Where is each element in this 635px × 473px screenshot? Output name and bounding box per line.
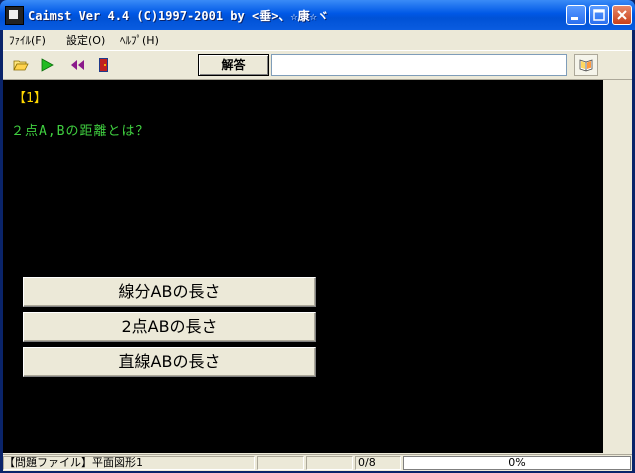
folder-open-icon[interactable] — [13, 57, 29, 73]
menu-bar: ﾌｧｲﾙ(F) 設定(O) ﾍﾙﾌﾟ(H) — [3, 30, 632, 49]
book-icon — [579, 59, 593, 72]
app-window: Caimst Ver 4.4 (C)1997-2001 by <垂>、☆康☆ヾ … — [0, 0, 635, 473]
choice-button-1[interactable]: 線分ABの長さ — [23, 277, 316, 307]
door-exit-icon[interactable] — [95, 57, 111, 73]
status-empty-1 — [257, 456, 304, 470]
question-area: 【1】 ２点A,Bの距離とは？ 線分ABの長さ 2点ABの長さ 直線ABの長さ — [3, 80, 603, 453]
menu-settings[interactable]: 設定(O) — [66, 32, 105, 48]
status-bar: 【問題ファイル】平面図形1 0/8 0% — [3, 454, 632, 471]
close-icon — [617, 10, 627, 20]
close-button[interactable] — [612, 5, 632, 25]
rewind-icon[interactable] — [69, 57, 85, 73]
client-area: ﾌｧｲﾙ(F) 設定(O) ﾍﾙﾌﾟ(H) 解答 【1】 ２点A,Bの距離とは？… — [3, 30, 632, 471]
choice-button-3[interactable]: 直線ABの長さ — [23, 347, 316, 377]
status-count: 0/8 — [355, 456, 401, 470]
answer-input[interactable] — [271, 54, 567, 76]
app-icon[interactable] — [5, 6, 24, 25]
help-button[interactable] — [574, 54, 598, 76]
menu-file[interactable]: ﾌｧｲﾙ(F) — [9, 32, 46, 48]
title-bar[interactable]: Caimst Ver 4.4 (C)1997-2001 by <垂>、☆康☆ヾ — [0, 0, 635, 30]
minimize-button[interactable] — [566, 5, 586, 25]
question-number: 【1】 — [13, 91, 47, 106]
minimize-icon — [571, 17, 578, 20]
choice-button-2[interactable]: 2点ABの長さ — [23, 312, 316, 342]
question-text: ２点A,Bの距離とは？ — [11, 124, 150, 139]
maximize-button[interactable] — [589, 5, 609, 25]
toolbar: 解答 — [3, 50, 632, 80]
progress-bar: 0% — [403, 456, 631, 470]
menu-help[interactable]: ﾍﾙﾌﾟ(H) — [120, 32, 159, 48]
status-empty-2 — [306, 456, 353, 470]
answer-button[interactable]: 解答 — [198, 54, 269, 76]
maximize-icon — [593, 9, 605, 21]
status-file: 【問題ファイル】平面図形1 — [3, 456, 255, 470]
play-icon[interactable] — [39, 57, 55, 73]
progress-text: 0% — [508, 456, 526, 469]
window-title: Caimst Ver 4.4 (C)1997-2001 by <垂>、☆康☆ヾ — [28, 9, 329, 23]
